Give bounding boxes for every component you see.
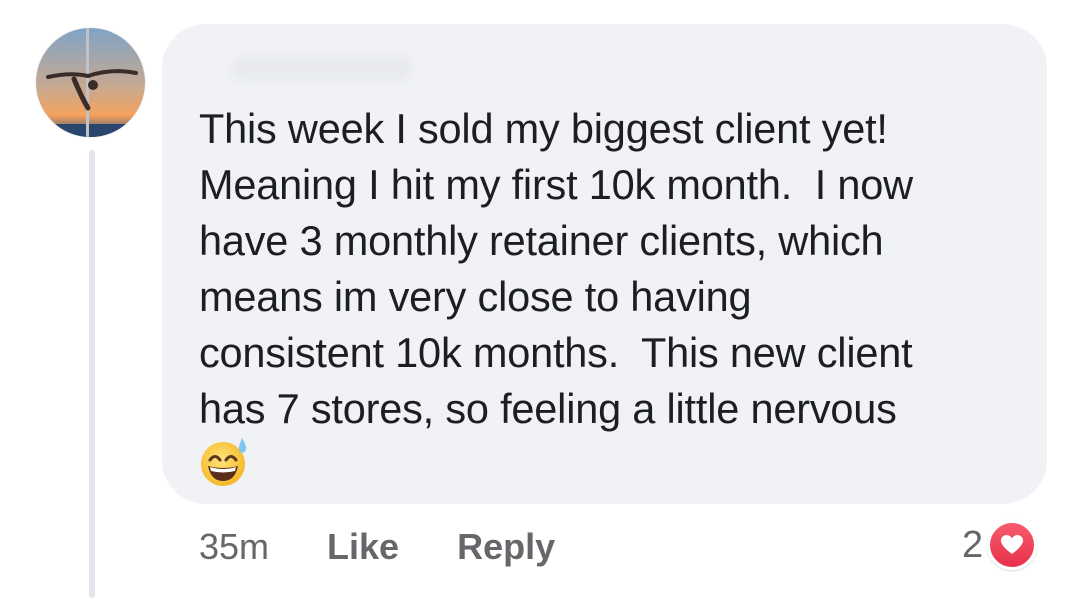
timestamp[interactable]: 35m [199, 526, 269, 568]
avatar[interactable] [36, 28, 145, 137]
heart-reaction-badge [987, 520, 1038, 570]
comment-thread: This week I sold my biggest client yet! … [0, 0, 1079, 598]
reactions-summary[interactable]: 2 [962, 518, 1038, 572]
comment-text: This week I sold my biggest client yet! … [199, 105, 913, 432]
reply-button[interactable]: Reply [457, 526, 555, 568]
author-name[interactable] [232, 56, 412, 82]
heart-icon [1001, 535, 1024, 554]
grinning-face-with-sweat-emoji [201, 438, 247, 486]
reaction-count: 2 [962, 523, 984, 566]
comment-actions: 35m Like Reply [199, 520, 613, 574]
like-button[interactable]: Like [327, 526, 399, 568]
comment-bubble: This week I sold my biggest client yet! … [162, 24, 1047, 504]
thread-connector-line [89, 150, 95, 598]
avatar-photo [36, 28, 145, 137]
